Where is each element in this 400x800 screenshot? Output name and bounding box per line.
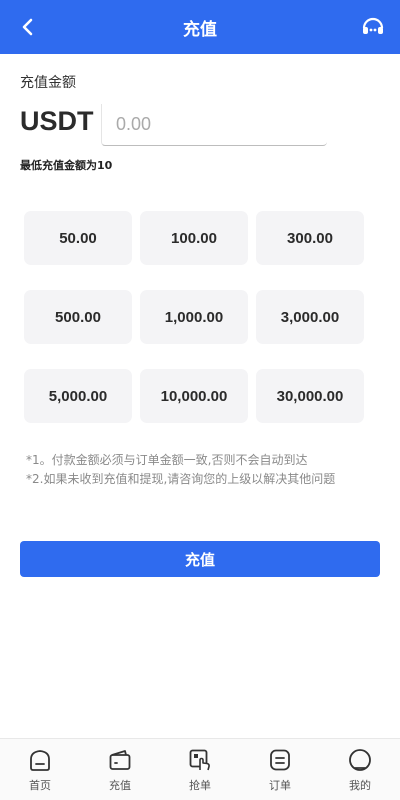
bottom-navigation: 首页 充值 抢单 订单 我的 xyxy=(0,738,400,800)
headset-icon xyxy=(362,17,384,34)
order-icon xyxy=(270,749,290,771)
minimum-amount-note: 最低充值金额为10 xyxy=(20,159,113,172)
notice-line: *1。付款金额必须与订单金额一致,否则不会自动到达 xyxy=(26,453,308,467)
nav-label: 抢单 xyxy=(189,779,211,792)
amount-input[interactable] xyxy=(101,104,327,146)
header-bar: 充值 xyxy=(0,0,400,54)
notice-text: *1。付款金额必须与订单金额一致,否则不会自动到达 *2.如果未收到充值和提现,… xyxy=(26,451,386,489)
recharge-submit-button[interactable]: 充值 xyxy=(20,541,380,577)
nav-item-home[interactable]: 首页 xyxy=(0,747,80,793)
nav-item-profile[interactable]: 我的 xyxy=(320,747,400,793)
preset-amount-grid: 50.00 100.00 300.00 500.00 1,000.00 3,00… xyxy=(24,211,364,423)
nav-label: 首页 xyxy=(29,779,51,792)
preset-amount-button[interactable]: 10,000.00 xyxy=(140,369,248,423)
support-button[interactable] xyxy=(358,12,388,42)
wallet-icon xyxy=(109,750,131,770)
back-button[interactable] xyxy=(14,13,42,41)
chevron-left-icon xyxy=(22,18,33,36)
preset-amount-button[interactable]: 100.00 xyxy=(140,211,248,265)
profile-icon xyxy=(349,749,371,771)
amount-label: 充值金额 xyxy=(20,75,76,91)
preset-amount-button[interactable]: 30,000.00 xyxy=(256,369,364,423)
notice-line: *2.如果未收到充值和提现,请咨询您的上级以解决其他问题 xyxy=(26,472,336,486)
nav-label: 充值 xyxy=(109,779,131,792)
nav-item-grab-order[interactable]: 抢单 xyxy=(160,747,240,793)
preset-amount-button[interactable]: 1,000.00 xyxy=(140,290,248,344)
preset-amount-button[interactable]: 5,000.00 xyxy=(24,369,132,423)
home-icon xyxy=(30,750,50,771)
nav-item-recharge[interactable]: 充值 xyxy=(80,747,160,793)
preset-amount-button[interactable]: 300.00 xyxy=(256,211,364,265)
nav-label: 我的 xyxy=(349,779,371,792)
nav-item-orders[interactable]: 订单 xyxy=(240,747,320,793)
preset-amount-button[interactable]: 3,000.00 xyxy=(256,290,364,344)
nav-label: 订单 xyxy=(269,779,291,792)
preset-amount-button[interactable]: 50.00 xyxy=(24,211,132,265)
currency-label: USDT xyxy=(20,106,94,136)
grab-order-icon xyxy=(189,749,210,771)
preset-amount-button[interactable]: 500.00 xyxy=(24,290,132,344)
page-title: 充值 xyxy=(183,19,217,40)
